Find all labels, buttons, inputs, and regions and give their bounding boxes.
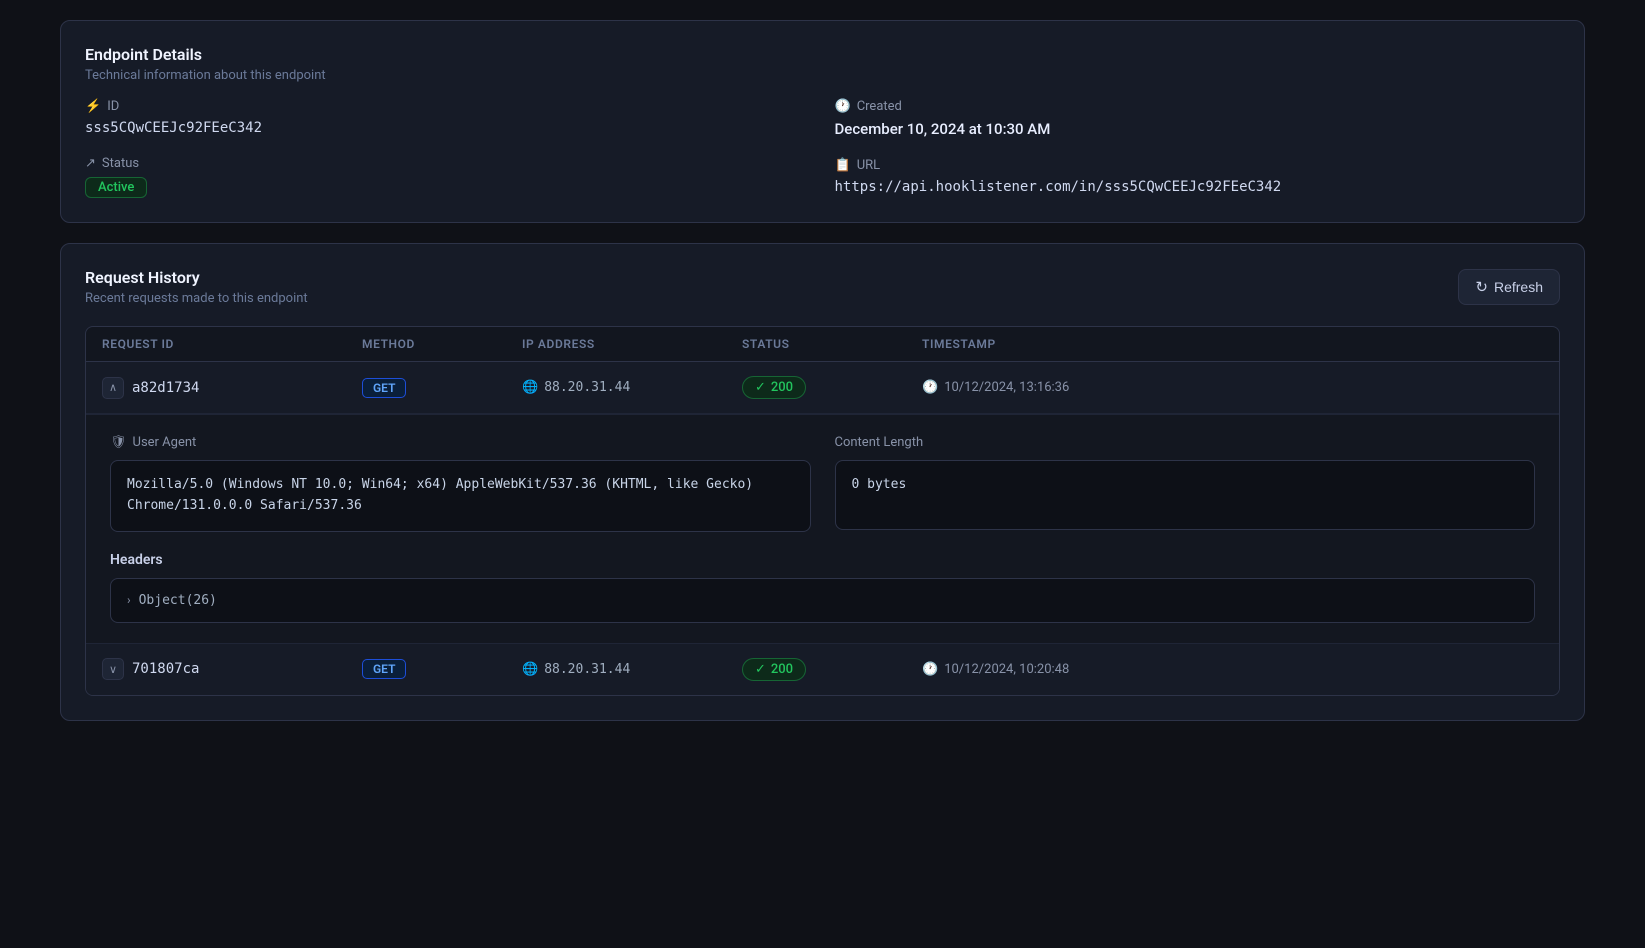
col-request-id: Request ID xyxy=(102,337,362,351)
id-icon: ⚡ xyxy=(85,99,101,114)
headers-label: Headers xyxy=(110,552,1535,568)
headers-object-text: Object(26) xyxy=(139,593,217,608)
refresh-icon: ↻ xyxy=(1475,278,1488,296)
row-1-id: a82d1734 xyxy=(132,380,199,396)
expanded-grid: 🛡 User Agent Mozilla/5.0 (Windows NT 10.… xyxy=(110,435,1535,532)
status-badge: Active xyxy=(85,177,147,198)
clock-icon: 🕐 xyxy=(922,662,938,677)
content-length-value: 0 bytes xyxy=(835,460,1536,530)
table-header-row: Request ID Method IP Address Status Time… xyxy=(85,326,1560,361)
endpoint-details-card: Endpoint Details Technical information a… xyxy=(60,20,1585,223)
status-label: ↗ Status xyxy=(85,156,811,171)
row-2-id: 701807ca xyxy=(132,661,199,677)
col-method: Method xyxy=(362,337,522,351)
row-2-method: GET xyxy=(362,659,522,679)
row-1-id-cell: ∧ a82d1734 xyxy=(102,377,362,399)
headers-object[interactable]: › Object(26) xyxy=(110,578,1535,623)
row-1-expanded-content: 🛡 User Agent Mozilla/5.0 (Windows NT 10.… xyxy=(86,414,1559,643)
content-length-section: Content Length 0 bytes xyxy=(835,435,1536,532)
check-icon: ✓ xyxy=(755,380,766,395)
col-timestamp: Timestamp xyxy=(922,337,1543,351)
id-label: ⚡ ID xyxy=(85,99,811,114)
request-history-subtitle: Recent requests made to this endpoint xyxy=(85,291,308,306)
row-1-main: ∧ a82d1734 GET 🌐 88.20.31.44 ✓ 200 xyxy=(86,362,1559,414)
clock-icon: 🕐 xyxy=(922,380,938,395)
user-agent-section: 🛡 User Agent Mozilla/5.0 (Windows NT 10.… xyxy=(110,435,811,532)
user-agent-value: Mozilla/5.0 (Windows NT 10.0; Win64; x64… xyxy=(110,460,811,532)
endpoint-details-title: Endpoint Details xyxy=(85,45,1560,64)
row-2-status-badge: ✓ 200 xyxy=(742,658,806,681)
row-1-timestamp: 🕐 10/12/2024, 13:16:36 xyxy=(922,380,1543,395)
row-2-status: ✓ 200 xyxy=(742,658,922,681)
url-label: 📋 URL xyxy=(835,158,1561,173)
created-section: 🕐 Created December 10, 2024 at 10:30 AM … xyxy=(835,99,1561,198)
row-1-status: ✓ 200 xyxy=(742,376,922,399)
row-2-id-cell: ∨ 701807ca xyxy=(102,658,362,680)
url-value: https://api.hooklistener.com/in/sss5CQwC… xyxy=(835,179,1561,195)
shield-icon: 🛡 xyxy=(110,435,127,450)
clock-icon: 🕐 xyxy=(835,99,851,114)
row-1-ip: 🌐 88.20.31.44 xyxy=(522,380,742,395)
endpoint-details-subtitle: Technical information about this endpoin… xyxy=(85,68,1560,83)
globe-icon: 🌐 xyxy=(522,662,538,677)
endpoint-details-grid: ⚡ ID sss5CQwCEEJc92FEeC342 ↗ Status Acti… xyxy=(85,99,1560,198)
row-1-status-badge: ✓ 200 xyxy=(742,376,806,399)
chevron-right-icon: › xyxy=(127,593,131,607)
table-body: ∧ a82d1734 GET 🌐 88.20.31.44 ✓ 200 xyxy=(85,361,1560,696)
refresh-button[interactable]: ↻ Refresh xyxy=(1458,269,1560,305)
request-table: Request ID Method IP Address Status Time… xyxy=(85,326,1560,696)
id-section: ⚡ ID sss5CQwCEEJc92FEeC342 ↗ Status Acti… xyxy=(85,99,811,198)
request-history-title-group: Request History Recent requests made to … xyxy=(85,268,308,306)
table-row: ∨ 701807ca GET 🌐 88.20.31.44 ✓ 200 xyxy=(86,643,1559,695)
row-2-expand-button[interactable]: ∨ xyxy=(102,658,124,680)
globe-icon: 🌐 xyxy=(522,380,538,395)
headers-section: Headers › Object(26) xyxy=(110,552,1535,623)
content-length-label: Content Length xyxy=(835,435,1536,450)
row-1-method-badge: GET xyxy=(362,378,406,398)
created-value: December 10, 2024 at 10:30 AM xyxy=(835,120,1561,138)
request-history-title: Request History xyxy=(85,268,308,287)
created-label: 🕐 Created xyxy=(835,99,1561,114)
check-icon: ✓ xyxy=(755,662,766,677)
row-1-expand-button[interactable]: ∧ xyxy=(102,377,124,399)
id-value: sss5CQwCEEJc92FEeC342 xyxy=(85,120,811,136)
user-agent-label: 🛡 User Agent xyxy=(110,435,811,450)
row-2-ip: 🌐 88.20.31.44 xyxy=(522,662,742,677)
url-icon: 📋 xyxy=(835,158,851,173)
col-status: Status xyxy=(742,337,922,351)
table-row: ∧ a82d1734 GET 🌐 88.20.31.44 ✓ 200 xyxy=(86,362,1559,643)
status-icon: ↗ xyxy=(85,156,96,171)
row-2-timestamp: 🕐 10/12/2024, 10:20:48 xyxy=(922,662,1543,677)
request-history-header: Request History Recent requests made to … xyxy=(85,268,1560,306)
col-ip-address: IP Address xyxy=(522,337,742,351)
row-1-method: GET xyxy=(362,378,522,398)
request-history-card: Request History Recent requests made to … xyxy=(60,243,1585,721)
row-2-method-badge: GET xyxy=(362,659,406,679)
